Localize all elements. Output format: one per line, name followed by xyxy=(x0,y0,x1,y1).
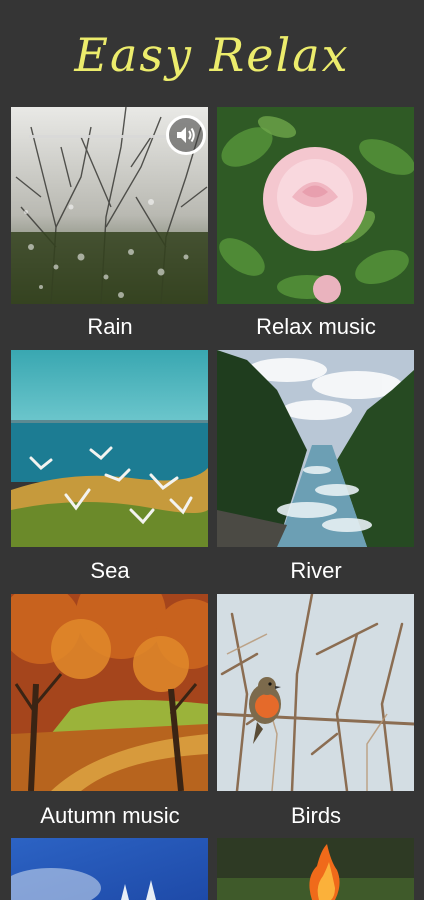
winter-sky-image xyxy=(11,838,208,900)
mountain-river-image xyxy=(217,350,414,547)
sea-seagulls-image xyxy=(11,350,208,547)
volume-control xyxy=(11,107,208,167)
pink-rose-image xyxy=(217,107,414,304)
campfire-image xyxy=(217,838,414,900)
tile-label-relax-music: Relax music xyxy=(256,314,376,339)
app-title: Easy Relax xyxy=(74,28,350,82)
tile-label-rain: Rain xyxy=(87,314,133,339)
autumn-park-image xyxy=(11,594,208,791)
robin-on-branch-image xyxy=(217,594,414,791)
tile-label-sea: Sea xyxy=(90,558,130,583)
sound-tile-winter[interactable] xyxy=(11,838,208,900)
sound-tile-autumn-music[interactable] xyxy=(11,594,208,791)
tile-label-autumn-music: Autumn music xyxy=(40,803,180,828)
tile-label-river: River xyxy=(290,558,342,583)
sound-tile-relax-music[interactable] xyxy=(217,107,414,304)
sound-tile-river[interactable] xyxy=(217,350,414,547)
sound-tile-rain[interactable] xyxy=(11,107,208,304)
tile-label-birds: Birds xyxy=(290,803,342,828)
speaker-volume-icon[interactable] xyxy=(166,115,206,155)
sound-tile-birds[interactable] xyxy=(217,594,414,791)
sound-tile-campfire[interactable] xyxy=(217,838,414,900)
volume-slider[interactable] xyxy=(29,135,179,138)
sound-tile-sea[interactable] xyxy=(11,350,208,547)
